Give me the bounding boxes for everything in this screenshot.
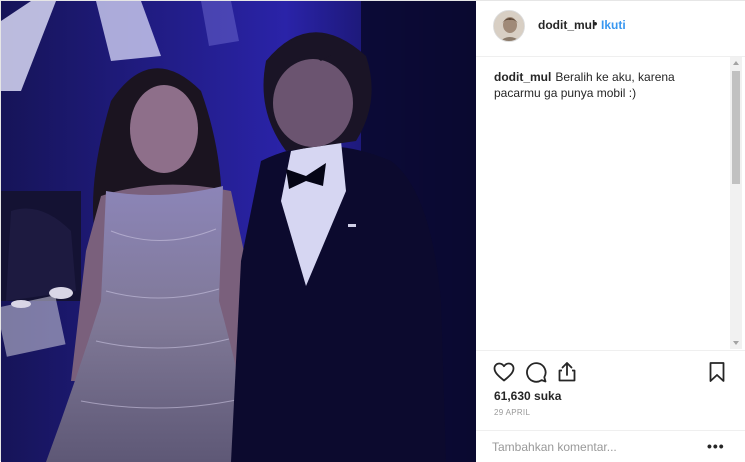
comments-scrollbar[interactable] <box>730 57 742 349</box>
scrollbar-thumb[interactable] <box>732 71 740 184</box>
scroll-down-arrow-icon[interactable] <box>733 341 739 345</box>
bookmark-icon[interactable] <box>705 360 729 384</box>
instagram-post: dodit_mul • Ikuti dodit_mul Beralih ke ak… <box>0 0 745 462</box>
post-header: dodit_mul • Ikuti <box>476 1 745 57</box>
post-details-panel: dodit_mul • Ikuti dodit_mul Beralih ke ak… <box>476 1 745 462</box>
heart-icon[interactable] <box>492 360 516 384</box>
post-caption: dodit_mul Beralih ke aku, karena pacarmu … <box>494 69 719 101</box>
scroll-up-arrow-icon[interactable] <box>733 61 739 65</box>
post-date[interactable]: 29 APRIL <box>494 408 530 417</box>
caption-username[interactable]: dodit_mul <box>494 70 551 84</box>
add-comment-bar: ••• <box>476 430 745 462</box>
author-username[interactable]: dodit_mul <box>538 18 595 32</box>
share-icon[interactable] <box>555 360 579 384</box>
author-avatar[interactable] <box>493 10 525 42</box>
like-count[interactable]: 61,630 suka <box>494 389 561 403</box>
comment-icon[interactable] <box>524 360 548 384</box>
comment-input[interactable] <box>492 437 702 457</box>
avatar-photo-icon <box>494 11 524 41</box>
post-actions: 61,630 suka 29 APRIL <box>476 350 745 430</box>
separator-dot: • <box>593 16 598 31</box>
follow-button[interactable]: Ikuti <box>601 18 626 32</box>
post-photo-image <box>1 1 476 462</box>
more-options-button[interactable]: ••• <box>707 438 725 454</box>
post-photo[interactable] <box>1 1 476 462</box>
